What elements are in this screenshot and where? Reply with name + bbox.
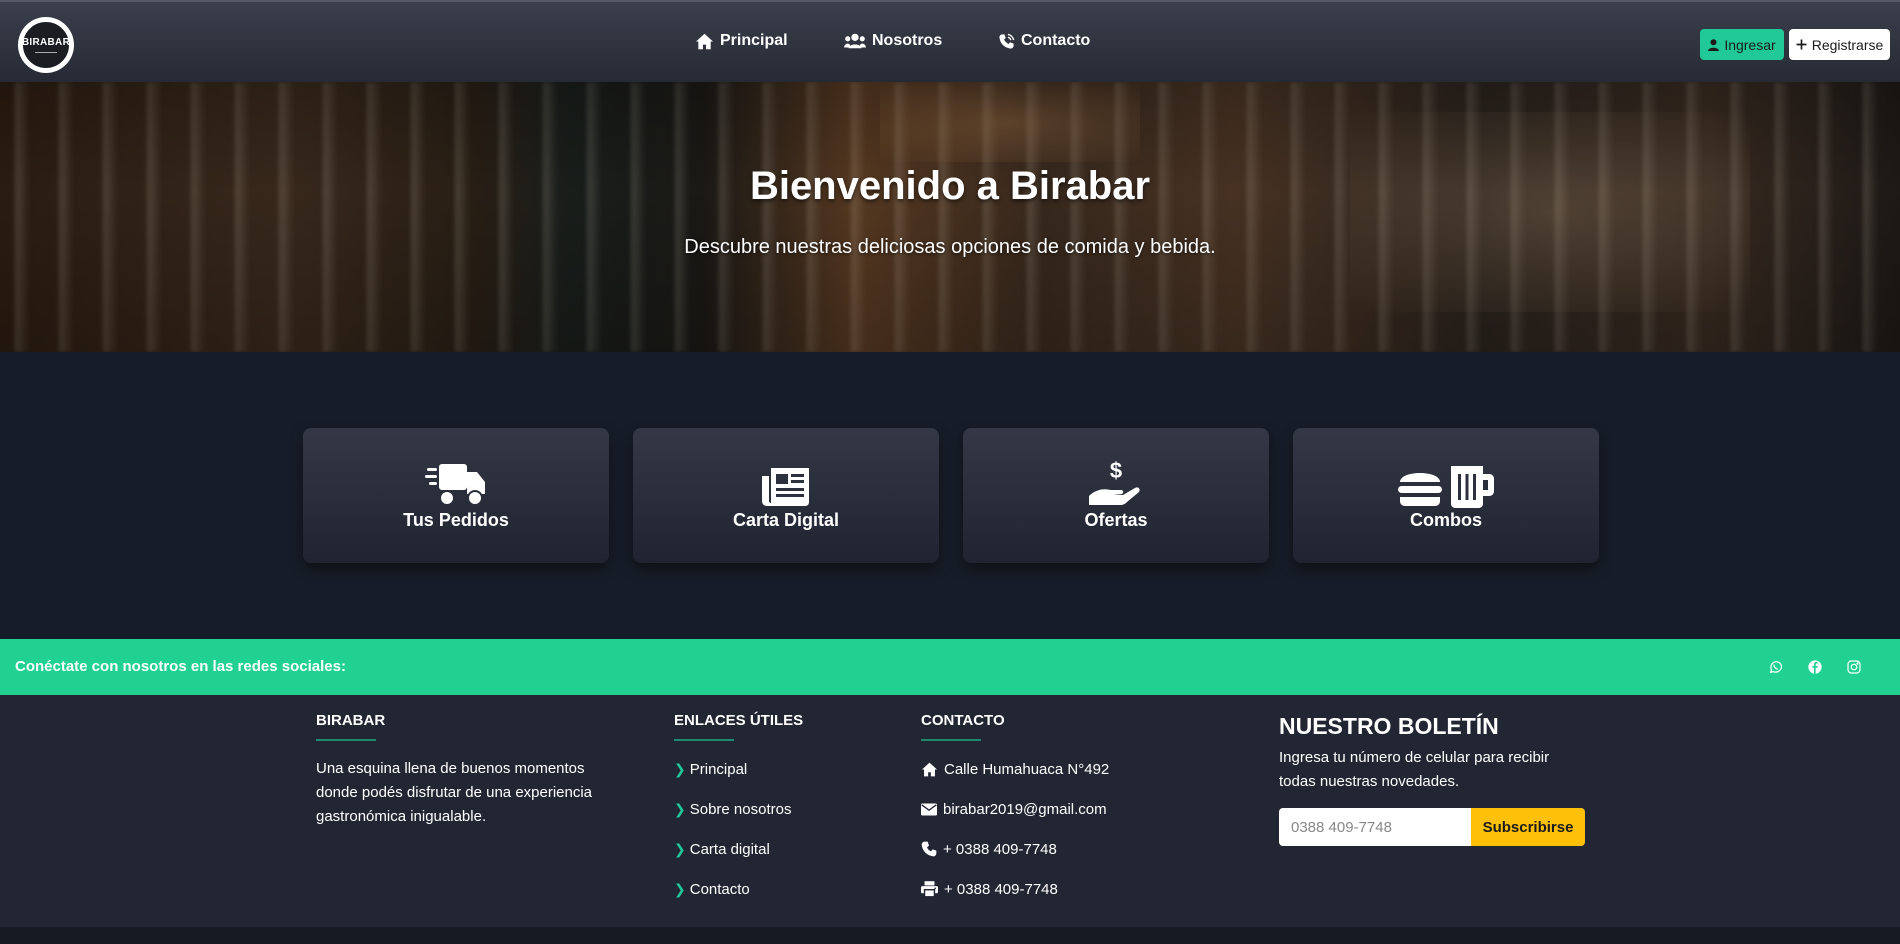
envelope-icon <box>921 803 937 815</box>
footer-link-label: Sobre nosotros <box>689 800 792 818</box>
hero-overlay <box>0 82 1900 352</box>
contact-email-text: birabar2019@gmail.com <box>943 800 1107 818</box>
facebook-icon <box>1808 660 1822 674</box>
burger-icon <box>1398 473 1442 506</box>
register-label: Registrarse <box>1811 36 1884 53</box>
card-label: Carta Digital <box>732 510 840 530</box>
footer-bottom-strip <box>0 927 1900 944</box>
divider <box>921 739 981 741</box>
login-button[interactable]: Ingresar <box>1700 29 1784 60</box>
footer-link-label: Contacto <box>689 880 750 898</box>
footer-links-title: ENLACES ÚTILES <box>674 712 804 729</box>
main-nav: Principal Nosotros Contacto <box>0 32 1900 58</box>
footer-links-list: ❯ Principal ❯ Sobre nosotros ❯ Carta digita… <box>674 749 874 909</box>
newsletter-phone-input[interactable] <box>1279 808 1471 846</box>
card-icon-wrap <box>1397 460 1495 508</box>
contact-address: Calle Humahuaca N°492 <box>921 749 1201 789</box>
register-button[interactable]: Registrarse <box>1789 29 1890 60</box>
phone-icon <box>999 33 1015 49</box>
nav-item-label: Principal <box>720 32 788 49</box>
footer-contact-list: Calle Humahuaca N°492 birabar2019@gmail.… <box>921 749 1201 909</box>
beer-mug-icon <box>1451 466 1494 508</box>
footer-links: ENLACES ÚTILES ❯ Principal ❯ Sobre nosotro… <box>674 695 874 909</box>
footer-about-title: BIRABAR <box>316 712 386 729</box>
card-label: Combos <box>1410 510 1482 530</box>
footer-newsletter: NUESTRO BOLETÍN Ingresa tu número de cel… <box>1279 695 1599 846</box>
card-label: Ofertas <box>1084 510 1148 530</box>
contact-fax: + 0388 409-7748 <box>921 869 1201 909</box>
hero-title: Bienvenido a Birabar <box>749 164 1151 208</box>
subscribe-button[interactable]: Subscribirse <box>1471 808 1585 846</box>
users-icon <box>844 33 866 49</box>
card-icon-wrap <box>425 460 487 508</box>
chevron-right-icon: ❯ <box>674 800 686 817</box>
feature-cards: Tus Pedidos Carta Digital $ Ofertas Comb… <box>0 428 1900 568</box>
card-icon-wrap: $ <box>1087 458 1145 508</box>
card-icon-wrap <box>761 460 811 508</box>
card-tus-pedidos[interactable]: Tus Pedidos <box>303 428 609 563</box>
delivery-truck-icon <box>425 464 485 506</box>
card-ofertas[interactable]: $ Ofertas <box>963 428 1269 563</box>
footer-link-sobre-nosotros[interactable]: ❯ Sobre nosotros <box>674 789 874 829</box>
svg-text:$: $ <box>1110 458 1122 483</box>
nav-item-label: Contacto <box>1021 32 1091 49</box>
printer-icon <box>921 881 938 897</box>
footer-about-text: Una esquina llena de buenos momentos don… <box>316 760 593 825</box>
contact-email: birabar2019@gmail.com <box>921 789 1201 829</box>
contact-phone: + 0388 409-7748 <box>921 829 1201 869</box>
nav-item-label: Nosotros <box>872 32 943 49</box>
social-text: Conéctate con nosotros en las redes soci… <box>15 658 346 675</box>
footer-about: BIRABAR Una esquina llena de buenos mome… <box>316 695 636 829</box>
plus-icon <box>1796 39 1807 50</box>
newspaper-icon <box>762 468 809 506</box>
hero-subtitle: Descubre nuestras deliciosas opciones de… <box>684 236 1216 258</box>
footer-contact: CONTACTO Calle Humahuaca N°492 birabar20… <box>921 695 1201 909</box>
whatsapp-link[interactable] <box>1766 657 1786 677</box>
chevron-right-icon: ❯ <box>674 880 686 897</box>
social-bar: Conéctate con nosotros en las redes soci… <box>0 639 1900 695</box>
footer-link-label: Principal <box>689 760 748 778</box>
instagram-link[interactable] <box>1844 657 1864 677</box>
footer-link-label: Carta digital <box>689 840 770 858</box>
footer-link-carta-digital[interactable]: ❯ Carta digital <box>674 829 874 869</box>
phone-icon <box>921 841 937 857</box>
home-icon <box>696 33 713 49</box>
navbar: BIRABAR Principal Nosotros Contacto Ingr… <box>0 0 1900 82</box>
contact-phone-text: + 0388 409-7748 <box>943 840 1057 858</box>
instagram-icon <box>1847 660 1861 674</box>
hero-banner: Bienvenido a Birabar Descubre nuestras d… <box>0 82 1900 352</box>
contact-fax-text: + 0388 409-7748 <box>944 880 1058 898</box>
footer-contact-title: CONTACTO <box>921 712 1005 729</box>
newsletter-text: Ingresa tu número de celular para recibi… <box>1279 749 1550 790</box>
footer-link-principal[interactable]: ❯ Principal <box>674 749 874 789</box>
user-icon <box>1708 38 1720 51</box>
newsletter-title: NUESTRO BOLETÍN <box>1279 713 1499 739</box>
card-carta-digital[interactable]: Carta Digital <box>633 428 939 563</box>
card-label: Tus Pedidos <box>403 510 509 530</box>
site-footer: BIRABAR Una esquina llena de buenos mome… <box>0 695 1900 927</box>
divider <box>316 739 376 741</box>
divider <box>674 739 734 741</box>
login-label: Ingresar <box>1724 36 1776 53</box>
newsletter-form: Subscribirse <box>1279 808 1599 846</box>
card-combos[interactable]: Combos <box>1293 428 1599 563</box>
nav-item-principal[interactable]: Principal <box>695 32 788 50</box>
chevron-right-icon: ❯ <box>674 840 686 857</box>
nav-item-contacto[interactable]: Contacto <box>998 32 1090 50</box>
hand-dollar-icon: $ <box>1089 458 1140 505</box>
home-icon <box>922 762 937 776</box>
contact-address-text: Calle Humahuaca N°492 <box>944 760 1110 778</box>
chevron-right-icon: ❯ <box>674 760 686 777</box>
facebook-link[interactable] <box>1805 657 1825 677</box>
whatsapp-icon <box>1769 661 1783 674</box>
footer-link-contacto[interactable]: ❯ Contacto <box>674 869 874 909</box>
nav-item-nosotros[interactable]: Nosotros <box>844 32 942 50</box>
